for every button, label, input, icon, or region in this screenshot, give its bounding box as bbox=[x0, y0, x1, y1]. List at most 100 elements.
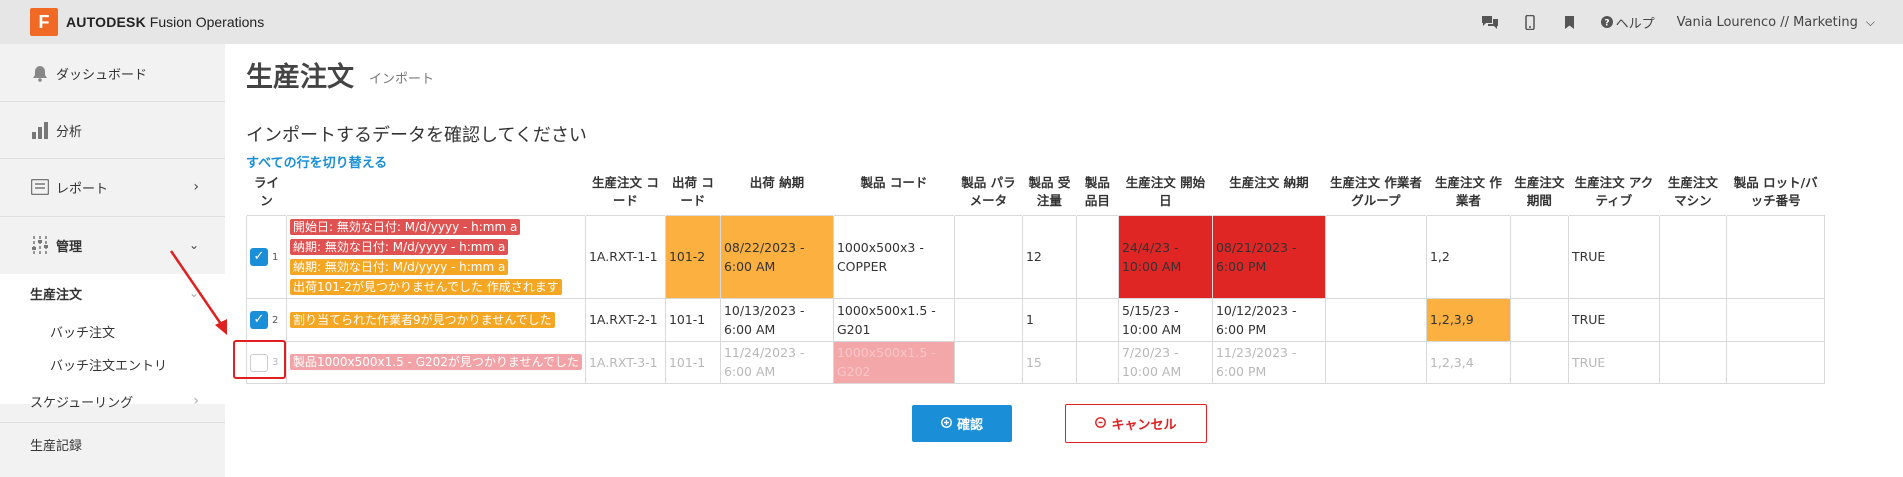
table-header-row: ライン 生産注文 コード 出荷 コード 出荷 納期 製品 コード 製品 パラメー… bbox=[246, 172, 1825, 215]
duration-cell bbox=[1509, 340, 1569, 384]
sidebar-divider bbox=[0, 101, 225, 102]
start-cell: 5/15/23 - 10:00 AM bbox=[1117, 297, 1213, 342]
table-row: 3 製品1000x500x1.5 - G202が見つかりませんでした 1A.RX… bbox=[246, 340, 1825, 384]
worker-cell: 1,2 bbox=[1425, 214, 1511, 299]
col-header-product-params: 製品 パラメータ bbox=[953, 172, 1023, 215]
line-cell: ✓ 2 bbox=[246, 297, 287, 342]
sidebar-item-label: レポート bbox=[56, 181, 109, 197]
col-header-line: ライン bbox=[246, 172, 287, 215]
table-row: ✓ 1 開始日: 無効な日付: M/d/yyyy - h:mm a 納期: 無効な… bbox=[246, 214, 1825, 299]
start-cell: 7/20/23 - 10:00 AM bbox=[1117, 340, 1213, 384]
row-checkbox[interactable]: ✓ bbox=[250, 248, 268, 266]
sidebar-item-label: 生産注文 bbox=[30, 287, 83, 303]
row-checkbox[interactable]: ✓ bbox=[250, 311, 268, 329]
mobile-icon[interactable] bbox=[1521, 14, 1539, 30]
col-header-qty: 製品 受注量 bbox=[1021, 172, 1077, 215]
item-cell bbox=[1075, 297, 1119, 342]
annotation-highlight-box bbox=[233, 340, 286, 379]
cancel-label: キャンセル bbox=[1111, 417, 1177, 432]
sidebar-item-label: ダッシュボード bbox=[56, 67, 148, 83]
sliders-icon bbox=[30, 235, 50, 255]
product-params-cell bbox=[953, 340, 1023, 384]
user-label: Vania Lourenco // Marketing bbox=[1676, 14, 1858, 30]
chevron-right-icon: › bbox=[193, 179, 199, 195]
page-subtitle: インポート bbox=[369, 72, 435, 87]
error-tag: 製品1000x500x1.5 - G202が見つかりませんでした bbox=[290, 354, 582, 370]
warning-tag: 割り当てられた作業者9が見つかりませんでした bbox=[290, 311, 555, 328]
user-menu[interactable]: Vania Lourenco // Marketing ⌵ bbox=[1677, 15, 1875, 30]
bookmark-icon[interactable] bbox=[1561, 14, 1579, 30]
sidebar-subitem-batch-orders[interactable]: バッチ注文 bbox=[50, 322, 115, 341]
col-header-due: 生産注文 納期 bbox=[1211, 172, 1326, 215]
qty-cell: 15 bbox=[1021, 340, 1077, 384]
confirm-button[interactable]: 確認 bbox=[912, 405, 1012, 442]
page-title: 生産注文 bbox=[246, 62, 354, 93]
sidebar-item-label: スケジューリング bbox=[30, 395, 134, 411]
product-code-cell: 1000x500x1.5 - G201 bbox=[832, 297, 955, 342]
bar-chart-icon bbox=[30, 120, 50, 140]
col-header-errors bbox=[286, 172, 586, 215]
sidebar-divider bbox=[0, 216, 225, 217]
machine-cell bbox=[1658, 297, 1727, 342]
shipment-due-cell: 08/22/2023 - 6:00 AM bbox=[719, 214, 834, 299]
sidebar-subitem-batch-order-entries[interactable]: バッチ注文エントリ bbox=[50, 355, 167, 374]
sidebar-item-analytics[interactable]: 分析 bbox=[0, 115, 225, 145]
sidebar-divider bbox=[0, 158, 225, 159]
lot-cell bbox=[1725, 340, 1825, 384]
col-header-item: 製品 品目 bbox=[1075, 172, 1119, 215]
sidebar-item-production-records[interactable]: 生産記録 bbox=[0, 429, 225, 459]
help-label: ヘルプ bbox=[1615, 16, 1655, 32]
sidebar-item-scheduling[interactable]: スケジューリング › bbox=[0, 386, 225, 416]
fusion-logo[interactable]: F bbox=[30, 8, 58, 36]
error-tag: 納期: 無効な日付: M/d/yyyy - h:mm a bbox=[290, 238, 509, 255]
errors-cell: 開始日: 無効な日付: M/d/yyyy - h:mm a 納期: 無効な日付:… bbox=[286, 214, 586, 299]
chat-icon[interactable] bbox=[1481, 14, 1499, 30]
help-menu[interactable]: ? ヘルプ bbox=[1600, 13, 1655, 32]
bell-icon bbox=[30, 63, 50, 83]
confirm-label: 確認 bbox=[956, 417, 983, 432]
product-code-cell: 1000x500x3 - COPPER bbox=[832, 214, 955, 299]
active-cell: TRUE bbox=[1567, 297, 1660, 342]
order-code-cell: 1A.RXT-3-1 bbox=[584, 340, 666, 384]
warning-tag: 納期: 無効な日付: M/d/yyyy - h:mm a bbox=[290, 258, 509, 275]
sidebar-item-label: 生産記録 bbox=[30, 438, 83, 454]
worker-group-cell bbox=[1324, 297, 1427, 342]
col-header-worker-group: 生産注文 作業者グループ bbox=[1324, 172, 1427, 215]
errors-cell: 割り当てられた作業者9が見つかりませんでした bbox=[286, 297, 586, 342]
confirm-heading: インポートするデータを確認してください bbox=[246, 125, 587, 146]
warning-tag: 出荷101-2が見つかりませんでした 作成されます bbox=[290, 278, 562, 295]
line-number: 2 bbox=[272, 314, 279, 326]
col-header-shipment-code: 出荷 コード bbox=[664, 172, 721, 215]
worker-cell: 1,2,3,9 bbox=[1425, 297, 1511, 342]
brand-autodesk: AUTODESK bbox=[66, 14, 146, 30]
col-header-active: 生産注文 アクティブ bbox=[1567, 172, 1660, 215]
product-params-cell bbox=[953, 297, 1023, 342]
worker-group-cell bbox=[1324, 214, 1427, 299]
col-header-start: 生産注文 開始日 bbox=[1117, 172, 1213, 215]
cancel-circle-icon bbox=[1095, 416, 1107, 431]
col-header-worker: 生産注文 作業者 bbox=[1425, 172, 1511, 215]
active-cell: TRUE bbox=[1567, 340, 1660, 384]
product-params-cell bbox=[953, 214, 1023, 299]
plus-circle-icon bbox=[941, 416, 952, 431]
qty-cell: 1 bbox=[1021, 297, 1077, 342]
toggle-all-rows-link[interactable]: すべての行を切り替える bbox=[246, 152, 387, 171]
machine-cell bbox=[1658, 214, 1727, 299]
shipment-due-cell: 11/24/2023 - 6:00 AM bbox=[719, 340, 834, 384]
import-table: ライン 生産注文 コード 出荷 コード 出荷 納期 製品 コード 製品 パラメー… bbox=[246, 172, 1825, 384]
report-icon bbox=[30, 177, 50, 197]
due-cell: 10/12/2023 - 6:00 PM bbox=[1211, 297, 1326, 342]
duration-cell bbox=[1509, 297, 1569, 342]
active-cell: TRUE bbox=[1567, 214, 1660, 299]
sidebar-item-reports[interactable]: レポート › bbox=[0, 172, 225, 202]
sidebar-item-label: 管理 bbox=[56, 239, 83, 255]
cancel-button[interactable]: キャンセル bbox=[1065, 404, 1207, 443]
worker-group-cell bbox=[1324, 340, 1427, 384]
sidebar-divider bbox=[0, 422, 225, 423]
brand-product: Fusion Operations bbox=[145, 14, 265, 30]
order-code-cell: 1A.RXT-2-1 bbox=[584, 297, 666, 342]
due-cell: 08/21/2023 - 6:00 PM bbox=[1211, 214, 1326, 299]
lot-cell bbox=[1725, 297, 1825, 342]
sidebar-item-dashboard[interactable]: ダッシュボード bbox=[0, 58, 225, 88]
due-cell: 11/23/2023 - 6:00 PM bbox=[1211, 340, 1326, 384]
